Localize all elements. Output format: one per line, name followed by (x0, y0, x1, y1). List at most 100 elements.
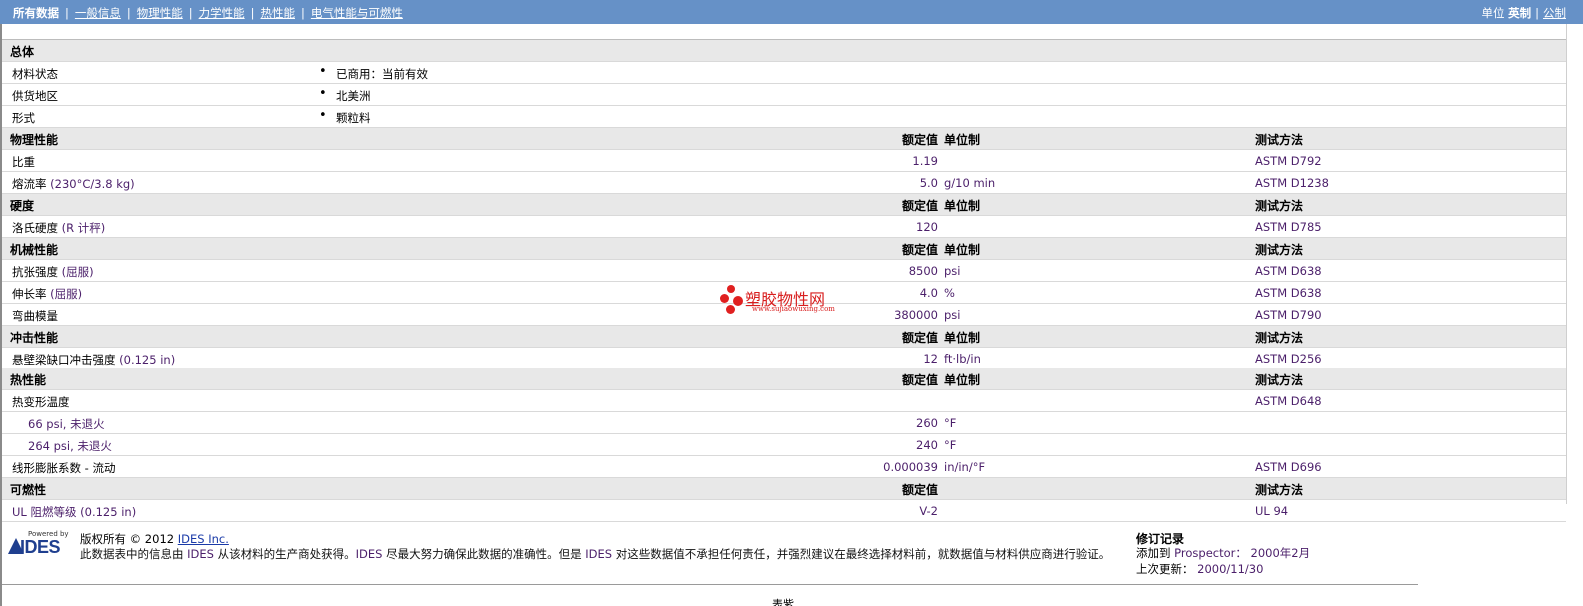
disclaimer-part: 从该材料的生产商处获得。 (217, 547, 356, 561)
column-header-method: 测试方法 (1255, 483, 1304, 497)
test-method: ASTM D256 (1255, 352, 1322, 366)
nav-general-info[interactable]: 一般信息 (75, 5, 121, 21)
property-unit: ft·lb/in (944, 352, 981, 366)
property-condition: (屈服) (61, 265, 94, 279)
table-row: 悬壁梁缺口冲击强度 (0.125 in) 12 ft·lb/in ASTM D2… (2, 348, 1566, 370)
column-header-unit: 单位制 (944, 199, 981, 213)
units-metric-link[interactable]: 公制 (1543, 6, 1566, 20)
column-header-method: 测试方法 (1255, 373, 1304, 387)
disclaimer-org: IDES (355, 547, 383, 561)
property-condition: (R 计秤) (61, 221, 106, 235)
column-header-unit: 单位制 (944, 331, 981, 345)
property-value: 颗粒料 (336, 111, 371, 125)
property-unit: g/10 min (944, 176, 996, 190)
section-title: 机械性能 (10, 243, 59, 257)
property-value: 4.0 (919, 286, 938, 300)
nav-all-data[interactable]: 所有数据 (13, 5, 59, 21)
property-name: 弯曲模量 (12, 309, 58, 323)
column-header-method: 测试方法 (1255, 133, 1304, 147)
nav-thermal[interactable]: 热性能 (261, 5, 296, 21)
section-title: 热性能 (10, 373, 47, 387)
section-header-physical: 物理性能 额定值 单位制 测试方法 (2, 128, 1566, 150)
property-name: 供货地区 (12, 89, 58, 103)
table-row: 形式 • 颗粒料 (2, 106, 1566, 128)
test-method: ASTM D1238 (1255, 176, 1329, 190)
top-nav-bar: 所有数据 | 一般信息 | 物理性能 | 力学性能 | 热性能 | 电气性能与可燃性 单位 英制 | 公… (0, 0, 1583, 24)
property-value: 12 (923, 352, 938, 366)
section-title: 物理性能 (10, 133, 59, 147)
column-header-method: 测试方法 (1255, 243, 1304, 257)
property-value: 8500 (908, 264, 938, 278)
disclaimer: 此数据表中的信息由 IDES 从该材料的生产商处获得。IDES 尽最大努力确保此… (80, 546, 1110, 562)
bullet-icon: • (319, 108, 327, 123)
column-header-value: 额定值 (901, 243, 938, 257)
test-method: ASTM D638 (1255, 286, 1322, 300)
ides-link[interactable]: IDES Inc. (178, 532, 229, 546)
section-header-impact: 冲击性能 额定值 单位制 测试方法 (2, 326, 1566, 348)
property-name: 比重 (12, 155, 35, 169)
property-label: 抗张强度 (12, 265, 58, 279)
section-title: 可燃性 (10, 483, 47, 497)
disclaimer-org: IDES (187, 547, 214, 561)
added-source: Prospector： (1174, 546, 1247, 560)
nav-mechanical[interactable]: 力学性能 (199, 5, 245, 21)
property-value: 380000 (894, 308, 938, 322)
footer-bottom-text: 表紫 (772, 598, 794, 606)
column-header-unit: 单位制 (944, 373, 981, 387)
section-nav: 所有数据 | 一般信息 | 物理性能 | 力学性能 | 热性能 | 电气性能与可燃性 (13, 5, 403, 21)
column-header-unit: 单位制 (944, 133, 981, 147)
property-unit: % (944, 286, 955, 300)
property-condition: - 流动 (84, 461, 116, 475)
watermark-dot-icon (726, 305, 735, 314)
disclaimer-part: 尽最大努力确保此数据的准确性。但是 (386, 547, 582, 561)
section-header-mechanical: 机械性能 额定值 单位制 测试方法 (2, 238, 1566, 260)
disclaimer-org: IDES (585, 547, 613, 561)
nav-separator: | (301, 6, 305, 20)
table-row: 洛氏硬度 (R 计秤) 120 ASTM D785 (2, 216, 1566, 238)
property-value: 120 (916, 220, 938, 234)
property-value: V-2 (919, 504, 938, 518)
added-date: 2000年2月 (1250, 546, 1311, 560)
nav-separator: | (250, 6, 255, 20)
property-name: 伸长率 (屈服) (12, 286, 82, 302)
ides-logo: Powered by IDES (8, 530, 72, 560)
units-separator: | (1535, 6, 1539, 20)
updated-label: 上次更新： (1136, 562, 1194, 576)
property-value: 1.19 (912, 154, 938, 168)
table-row: 264 psi, 未退火 240 °F (2, 434, 1566, 456)
column-header-value: 额定值 (901, 373, 938, 387)
test-method: UL 94 (1255, 504, 1289, 518)
property-label: 悬壁梁缺口冲击强度 (12, 353, 116, 367)
table-row: 抗张强度 (屈服) 8500 psi ASTM D638 (2, 260, 1566, 282)
property-name: 热变形温度 (12, 395, 70, 409)
property-unit: in/in/°F (944, 460, 986, 474)
property-value: 0.000039 (883, 460, 938, 474)
property-name: UL 阻燃等级 (0.125 in) (12, 504, 136, 520)
property-name: 抗张强度 (屈服) (12, 264, 94, 280)
property-condition: (230°C/3.8 kg) (50, 177, 135, 191)
property-name: 线形膨胀系数 - 流动 (12, 460, 115, 476)
nav-separator: | (188, 6, 193, 20)
table-row: UL 阻燃等级 (0.125 in) V-2 UL 94 (2, 500, 1566, 522)
table-row: 热变形温度 ASTM D648 (2, 390, 1566, 412)
added-label: 添加到 (1136, 546, 1171, 560)
property-label: 伸长率 (12, 287, 47, 301)
bullet-icon: • (319, 86, 327, 101)
disclaimer-part: 此数据表中的信息由 (80, 547, 184, 561)
nav-electrical-flammability[interactable]: 电气性能与可燃性 (311, 5, 403, 21)
section-title: 冲击性能 (10, 331, 59, 345)
revision-history: 修订记录 添加到 Prospector： 2000年2月 上次更新： 2000/… (1136, 530, 1310, 576)
property-unit: °F (944, 416, 957, 430)
column-header-value: 额定值 (901, 133, 938, 147)
nav-separator: | (65, 6, 69, 20)
frame-right-border (1566, 24, 1567, 504)
watermark-dot-icon (720, 294, 729, 303)
column-header-method: 测试方法 (1255, 199, 1304, 213)
property-label: 熔流率 (12, 177, 47, 191)
watermark-url: www.sujiaowuxing.com (752, 305, 835, 313)
nav-physical[interactable]: 物理性能 (137, 5, 183, 21)
table-row: 66 psi, 未退火 260 °F (2, 412, 1566, 434)
property-subcondition: 66 psi, 未退火 (28, 417, 105, 431)
column-header-method: 测试方法 (1255, 331, 1304, 345)
disclaimer-part: 对这些数据值不承担任何责任，并强烈建议在最终选择材料前，就数据值与材料供应商进行… (615, 547, 1111, 561)
